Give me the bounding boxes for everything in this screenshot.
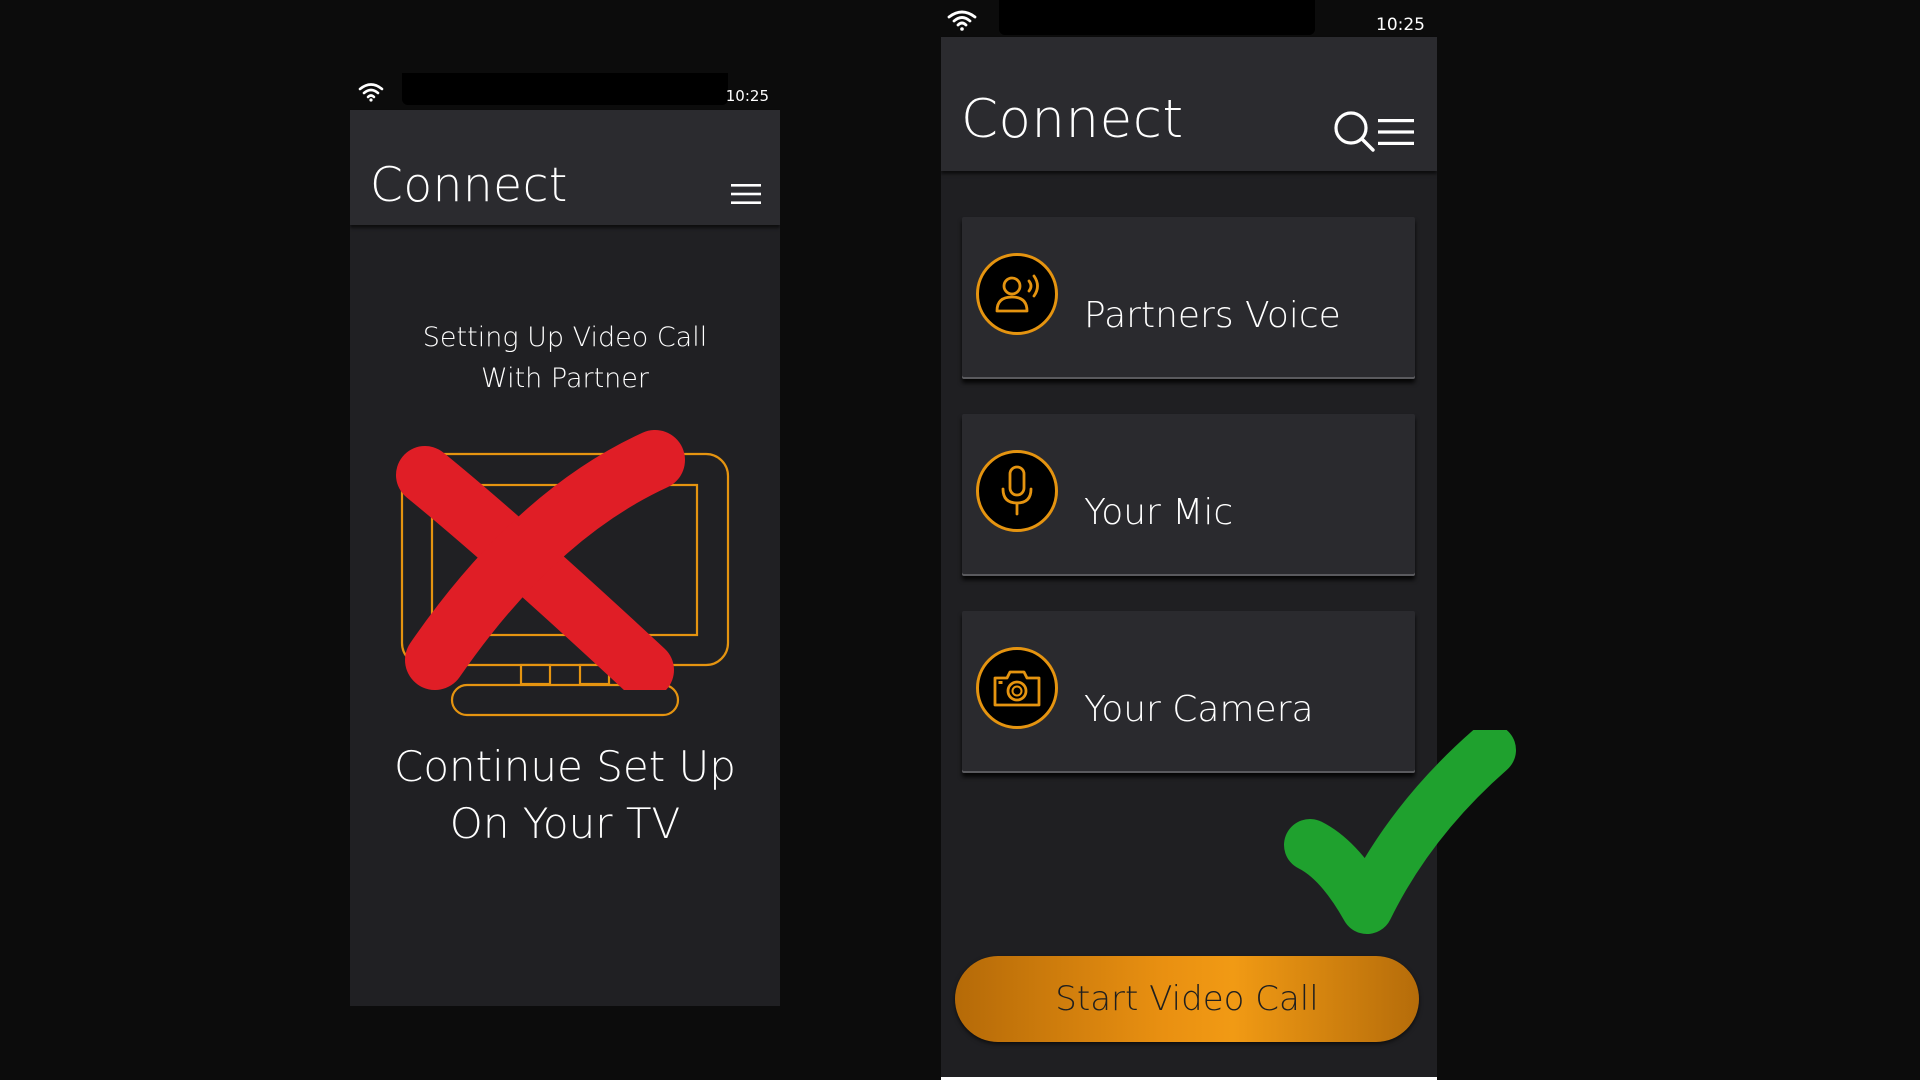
wifi-icon bbox=[947, 10, 977, 31]
status-clock: 10:25 bbox=[725, 87, 769, 105]
menu-icon[interactable] bbox=[1377, 117, 1415, 147]
status-bar: 10:25 bbox=[350, 73, 780, 110]
continue-line-2: On Your TV bbox=[449, 799, 681, 848]
search-icon[interactable] bbox=[1332, 109, 1376, 153]
app-title: Connect bbox=[961, 89, 1184, 150]
status-clock: 10:25 bbox=[1376, 15, 1425, 35]
partners-voice-card[interactable]: Partners Voice bbox=[962, 217, 1415, 379]
start-video-call-button[interactable]: Start Video Call bbox=[955, 956, 1419, 1042]
red-x-mark bbox=[396, 430, 685, 690]
partners-voice-label: Partners Voice bbox=[1084, 295, 1341, 336]
camera-notch bbox=[999, 0, 1315, 35]
setup-line-2: With Partner bbox=[480, 363, 649, 394]
green-check-mark bbox=[1284, 730, 1516, 934]
continue-line-1: Continue Set Up bbox=[394, 742, 736, 791]
app-bar: Connect bbox=[941, 37, 1437, 171]
continue-message: Continue Set Up On Your TV bbox=[350, 738, 780, 852]
status-bar: 10:25 bbox=[941, 0, 1437, 37]
app-bar: Connect bbox=[350, 110, 780, 225]
partner-voice-icon bbox=[976, 253, 1058, 335]
camera-notch bbox=[402, 73, 728, 105]
your-mic-label: Your Mic bbox=[1084, 492, 1234, 533]
your-mic-card[interactable]: Your Mic bbox=[962, 414, 1415, 576]
app-title: Connect bbox=[370, 158, 568, 213]
mic-icon bbox=[976, 450, 1058, 532]
wifi-icon bbox=[358, 83, 384, 102]
menu-icon[interactable] bbox=[730, 182, 762, 206]
camera-icon bbox=[976, 647, 1058, 729]
setup-message: Setting Up Video Call With Partner bbox=[350, 317, 780, 399]
your-camera-label: Your Camera bbox=[1084, 689, 1314, 730]
setup-line-1: Setting Up Video Call bbox=[422, 322, 708, 353]
